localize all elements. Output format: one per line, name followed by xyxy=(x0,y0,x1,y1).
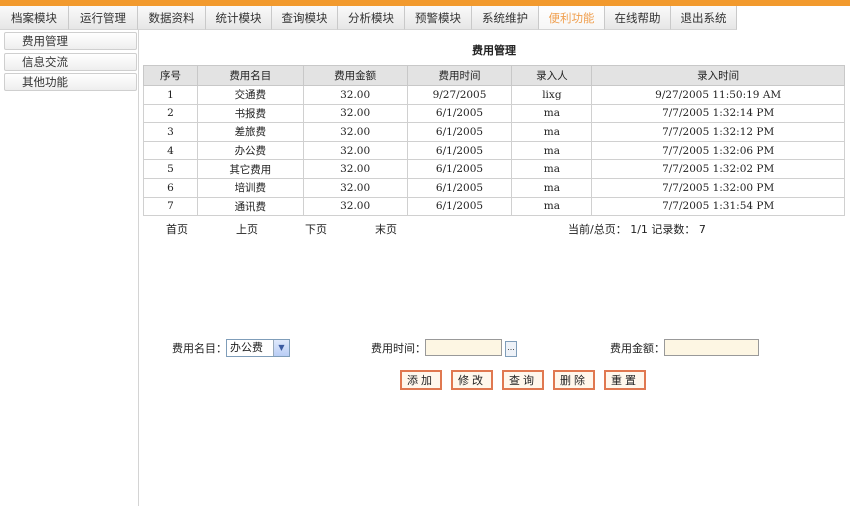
tab-warning[interactable]: 预警模块 xyxy=(405,6,472,30)
sidebar-item-messages[interactable]: 信息交流 xyxy=(4,53,137,71)
cell-amount: 32.00 xyxy=(302,122,408,142)
cell-date: 9/27/2005 xyxy=(406,85,513,105)
cell-amount: 32.00 xyxy=(302,85,408,105)
cell-record-time: 7/7/2005 1:32:06 PM xyxy=(591,140,845,161)
pager-info: 当前/总页： 1/1 记录数： 7 xyxy=(568,223,706,236)
pager-first-link[interactable]: 首页 xyxy=(166,221,188,237)
table-row[interactable]: 5 其它费用 32.00 6/1/2005 ma 7/7/2005 1:32:0… xyxy=(143,159,845,179)
time-input[interactable] xyxy=(425,339,502,356)
cell-date: 6/1/2005 xyxy=(406,140,513,161)
col-header-date: 费用时间 xyxy=(406,65,513,86)
col-header-recorder: 录入人 xyxy=(511,65,593,86)
table-row[interactable]: 3 差旅费 32.00 6/1/2005 ma 7/7/2005 1:32:12… xyxy=(143,122,845,142)
page-title: 费用管理 xyxy=(472,44,516,57)
cell-index: 1 xyxy=(143,85,198,105)
pager-prev-link[interactable]: 上页 xyxy=(236,221,258,237)
cell-recorder: ma xyxy=(511,122,593,142)
tab-archive[interactable]: 档案模块 xyxy=(0,6,69,30)
tab-data[interactable]: 数据资料 xyxy=(138,6,206,30)
category-label: 费用名目： xyxy=(172,342,227,355)
tab-operation[interactable]: 运行管理 xyxy=(69,6,138,30)
tab-convenience[interactable]: 便利功能 xyxy=(539,6,605,30)
table-row[interactable]: 2 书报费 32.00 6/1/2005 ma 7/7/2005 1:32:14… xyxy=(143,103,845,124)
cell-amount: 32.00 xyxy=(302,103,408,124)
category-select-value: 办公费 xyxy=(230,341,263,354)
cell-date: 6/1/2005 xyxy=(406,122,513,142)
cell-record-time: 7/7/2005 1:31:54 PM xyxy=(591,196,845,217)
cell-index: 4 xyxy=(143,140,198,161)
cell-record-time: 9/27/2005 11:50:19 AM xyxy=(591,85,845,105)
delete-button[interactable]: 删除 xyxy=(553,370,595,390)
time-label: 费用时间： xyxy=(371,342,426,355)
expense-table: 序号 费用名目 费用金额 费用时间 录入人 录入时间 1 交通费 32.00 9… xyxy=(143,65,845,217)
cell-record-time: 7/7/2005 1:32:14 PM xyxy=(591,103,845,124)
cell-index: 6 xyxy=(143,177,198,198)
cell-amount: 32.00 xyxy=(302,196,408,217)
main-nav-tabs: 档案模块 运行管理 数据资料 统计模块 查询模块 分析模块 预警模块 系统维护 … xyxy=(0,6,737,30)
amount-input[interactable] xyxy=(664,339,759,356)
tab-help[interactable]: 在线帮助 xyxy=(605,6,671,30)
cell-record-time: 7/7/2005 1:32:00 PM xyxy=(591,177,845,198)
cell-date: 6/1/2005 xyxy=(406,159,513,179)
cell-amount: 32.00 xyxy=(302,177,408,198)
pager-next-link[interactable]: 下页 xyxy=(305,221,327,237)
table-row[interactable]: 7 通讯费 32.00 6/1/2005 ma 7/7/2005 1:31:54… xyxy=(143,196,845,217)
reset-button[interactable]: 重置 xyxy=(604,370,646,390)
date-picker-button[interactable]: ... xyxy=(505,341,517,357)
table-header-row: 序号 费用名目 费用金额 费用时间 录入人 录入时间 xyxy=(143,65,845,86)
chevron-down-icon[interactable]: ▼ xyxy=(273,340,289,356)
cell-index: 5 xyxy=(143,159,198,179)
query-button[interactable]: 查询 xyxy=(502,370,544,390)
col-header-amount: 费用金额 xyxy=(302,65,408,86)
cell-category: 通讯费 xyxy=(196,196,304,217)
cell-recorder: ma xyxy=(511,103,593,124)
table-row[interactable]: 6 培训费 32.00 6/1/2005 ma 7/7/2005 1:32:00… xyxy=(143,177,845,198)
cell-recorder: ma xyxy=(511,140,593,161)
cell-date: 6/1/2005 xyxy=(406,177,513,198)
cell-date: 6/1/2005 xyxy=(406,196,513,217)
cell-category: 书报费 xyxy=(196,103,304,124)
cell-index: 3 xyxy=(143,122,198,142)
tab-analysis[interactable]: 分析模块 xyxy=(338,6,405,30)
col-header-record-time: 录入时间 xyxy=(591,65,845,86)
cell-recorder: ma xyxy=(511,177,593,198)
cell-recorder: ma xyxy=(511,159,593,179)
col-header-category: 费用名目 xyxy=(196,65,304,86)
cell-record-time: 7/7/2005 1:32:02 PM xyxy=(591,159,845,179)
add-button[interactable]: 添加 xyxy=(400,370,442,390)
cell-index: 2 xyxy=(143,103,198,124)
tab-exit[interactable]: 退出系统 xyxy=(671,6,737,30)
cell-category: 差旅费 xyxy=(196,122,304,142)
col-header-index: 序号 xyxy=(143,65,198,86)
tab-system[interactable]: 系统维护 xyxy=(472,6,539,30)
cell-category: 其它费用 xyxy=(196,159,304,179)
cell-index: 7 xyxy=(143,196,198,217)
tab-statistics[interactable]: 统计模块 xyxy=(206,6,272,30)
cell-category: 办公费 xyxy=(196,140,304,161)
table-row[interactable]: 1 交通费 32.00 9/27/2005 lixg 9/27/2005 11:… xyxy=(143,85,845,105)
cell-recorder: lixg xyxy=(511,85,593,105)
cell-amount: 32.00 xyxy=(302,140,408,161)
pager-last-link[interactable]: 末页 xyxy=(375,221,397,237)
sidebar-item-expense[interactable]: 费用管理 xyxy=(4,32,137,50)
cell-recorder: ma xyxy=(511,196,593,217)
tab-query[interactable]: 查询模块 xyxy=(272,6,338,30)
cell-date: 6/1/2005 xyxy=(406,103,513,124)
sidebar-item-other[interactable]: 其他功能 xyxy=(4,73,137,91)
table-row[interactable]: 4 办公费 32.00 6/1/2005 ma 7/7/2005 1:32:06… xyxy=(143,140,845,161)
edit-button[interactable]: 修改 xyxy=(451,370,493,390)
cell-record-time: 7/7/2005 1:32:12 PM xyxy=(591,122,845,142)
cell-amount: 32.00 xyxy=(302,159,408,179)
sidebar: 费用管理 信息交流 其他功能 xyxy=(0,30,139,506)
amount-label: 费用金额： xyxy=(610,342,665,355)
cell-category: 交通费 xyxy=(196,85,304,105)
category-select[interactable]: 办公费 ▼ xyxy=(226,339,290,357)
cell-category: 培训费 xyxy=(196,177,304,198)
